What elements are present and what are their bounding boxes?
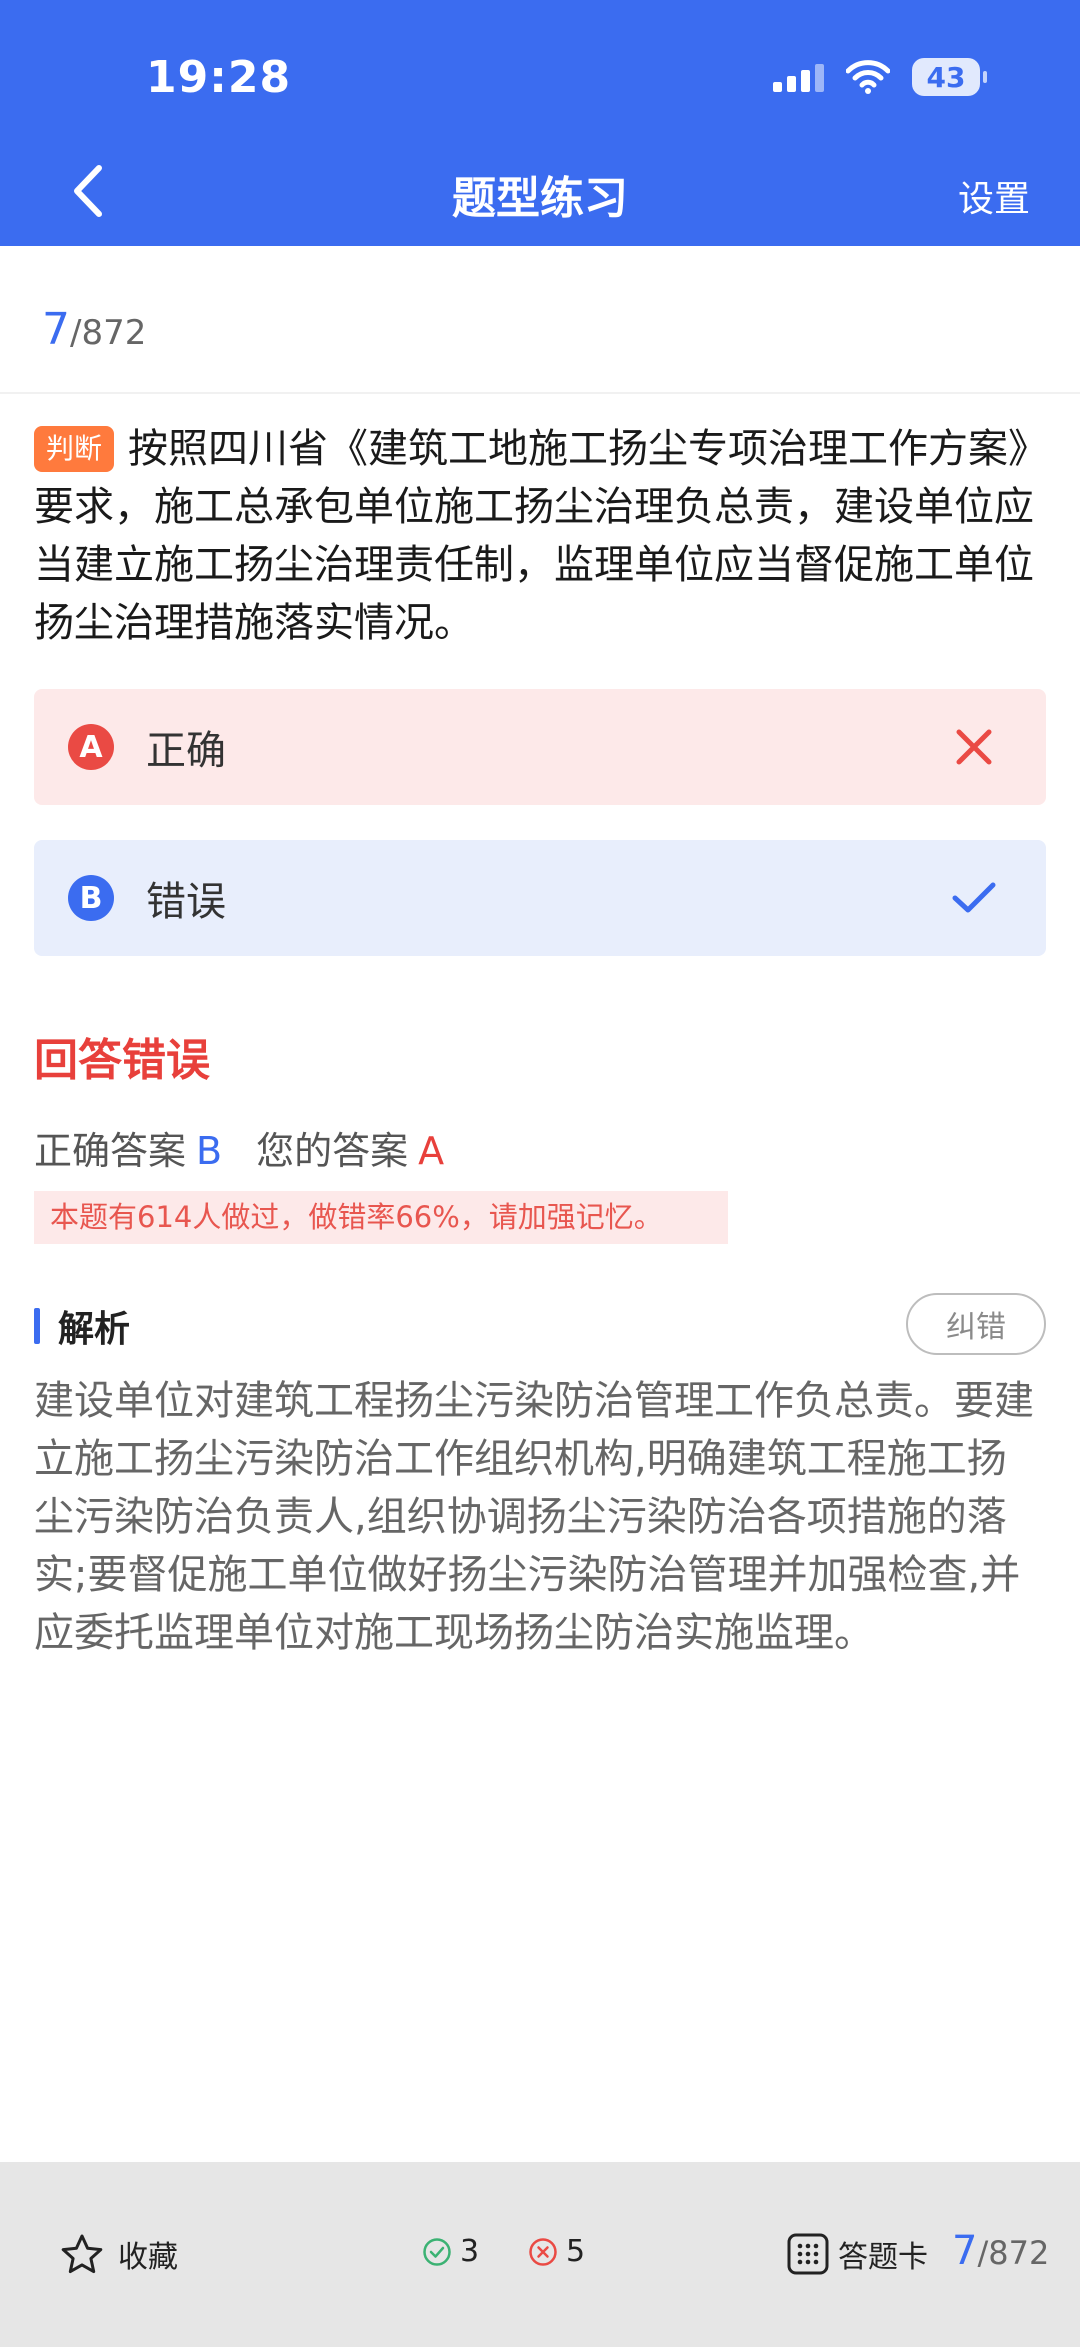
status-icons: 43 [773, 58, 987, 96]
answer-card-label: 答题卡 [838, 2240, 928, 2275]
battery-icon: 43 [912, 58, 987, 96]
status-time: 19:28 [146, 52, 292, 103]
app-header: 19:28 43 题型练习 设置 [0, 0, 1080, 246]
page-title: 题型练习 [452, 173, 628, 224]
section-accent-bar [34, 1308, 40, 1344]
bottom-progress-current: 7 [952, 2228, 978, 2274]
correct-count: 3 [422, 2234, 479, 2269]
your-answer-label: 您的答案 [256, 1129, 409, 1173]
your-answer-value: A [418, 1129, 445, 1173]
bottom-toolbar: 收藏 3 5 答题卡 7/872 [0, 2162, 1080, 2347]
bottom-progress: 7/872 [952, 2228, 1049, 2274]
question-stem: 判断 按照四川省《建筑工地施工扬尘专项治理工作方案》要求，施工总承包单位施工扬尘治… [34, 420, 1044, 652]
error-rate-notice: 本题有614人做过，做错率66%，请加强记忆。 [34, 1191, 728, 1244]
report-error-button[interactable]: 纠错 [906, 1293, 1046, 1355]
correct-answer-label: 正确答案 [34, 1129, 187, 1173]
option-b[interactable]: B 错误 [34, 840, 1046, 956]
divider [0, 392, 1080, 394]
x-circle-icon [529, 2237, 557, 2266]
bottom-progress-total: /872 [977, 2234, 1050, 2272]
answer-card-button[interactable]: 答题卡 [786, 2232, 928, 2276]
question-type-badge: 判断 [34, 426, 115, 472]
analysis-text: 建设单位对建筑工程扬尘污染防治管理工作负总责。要建立施工扬尘污染防治工作组织机构… [34, 1378, 1034, 1656]
wrong-count-value: 5 [566, 2234, 586, 2269]
check-circle-icon [423, 2237, 451, 2266]
wrong-count: 5 [528, 2234, 585, 2269]
option-letter: A [68, 724, 114, 770]
correct-count-value: 3 [460, 2234, 480, 2269]
question-progress: 7/872 [42, 304, 146, 355]
progress-current: 7 [42, 304, 70, 355]
favorite-button[interactable]: 收藏 [60, 2232, 178, 2276]
wifi-icon [846, 60, 890, 94]
favorite-label: 收藏 [118, 2240, 178, 2275]
option-text: 正确 [146, 728, 226, 774]
analysis-title: 解析 [58, 1309, 131, 1350]
check-icon [944, 868, 1004, 928]
settings-button[interactable]: 设置 [958, 170, 1030, 222]
analysis-header: 解析 [34, 1300, 130, 1352]
option-text: 错误 [146, 879, 226, 925]
signal-icon [773, 62, 824, 92]
question-text: 按照四川省《建筑工地施工扬尘专项治理工作方案》要求，施工总承包单位施工扬尘治理负… [34, 426, 1034, 646]
progress-total: /872 [70, 313, 147, 353]
option-a[interactable]: A 正确 [34, 689, 1046, 805]
answer-summary: 正确答案 B 您的答案 A [34, 1120, 444, 1175]
result-title: 回答错误 [34, 1035, 210, 1086]
wrong-x-icon [944, 717, 1004, 777]
grid-icon [787, 2233, 829, 2275]
star-icon [61, 2234, 103, 2274]
correct-answer-value: B [196, 1129, 223, 1173]
option-letter: B [68, 875, 114, 921]
